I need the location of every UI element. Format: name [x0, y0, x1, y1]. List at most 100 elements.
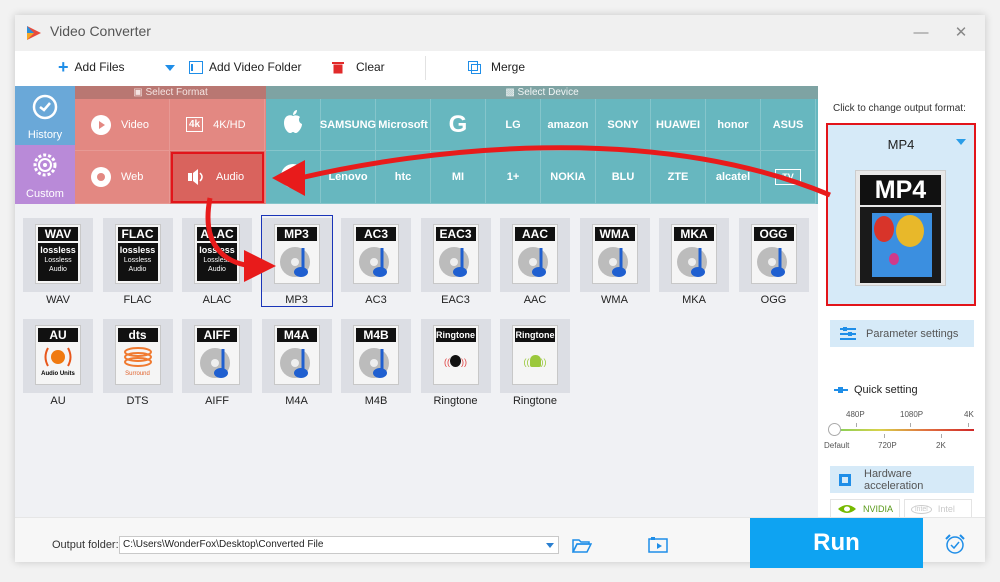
device-asus[interactable]: ASUS	[761, 99, 816, 151]
output-format-panel: Click to change output format: MP4 MP4 P…	[818, 86, 985, 519]
quality-slider-track[interactable]	[832, 429, 974, 431]
format-icon: Ringtone (())	[512, 325, 558, 385]
device-microsoft[interactable]: Microsoft	[376, 99, 431, 151]
device-sony[interactable]: SONY	[596, 99, 651, 151]
format-category-audio[interactable]: Audio	[170, 151, 265, 204]
add-files-button[interactable]: + Add Files	[58, 58, 125, 76]
format-category-web[interactable]: Web	[75, 151, 170, 204]
quick-setting-title: Quick setting	[834, 384, 918, 396]
device-samsung[interactable]: SAMSUNG	[320, 99, 376, 151]
format-tile-m4b[interactable]: M4B M4B	[341, 317, 411, 407]
format-tile-wma[interactable]: WMA WMA	[579, 216, 650, 306]
device-htc[interactable]: htc	[376, 151, 431, 204]
device-alcatel[interactable]: alcatel	[706, 151, 761, 204]
format-icon: AIFF	[194, 325, 240, 385]
add-video-folder-button[interactable]: Add Video Folder	[189, 60, 302, 74]
custom-button[interactable]: Custom	[15, 145, 75, 204]
add-files-dropdown[interactable]	[165, 65, 175, 71]
open-folder-icon[interactable]	[572, 538, 592, 553]
device-mi[interactable]: MI	[431, 151, 486, 204]
audio-disc-icon	[359, 348, 389, 378]
select-format-header: ▣ Select Format	[75, 86, 266, 99]
minimize-button[interactable]: —	[911, 23, 931, 43]
apple-logo-icon	[283, 109, 303, 140]
device-blu[interactable]: BLU	[596, 151, 651, 204]
format-icon-band: WMA	[594, 227, 635, 241]
format-tile-mp3[interactable]: MP3 MP3	[260, 215, 333, 307]
format-icon-band: Ringtone	[515, 328, 555, 342]
history-button[interactable]: History	[15, 86, 75, 145]
format-tile-eac3[interactable]: EAC3 EAC3	[420, 216, 491, 306]
merge-button[interactable]: Merge	[468, 60, 525, 74]
format-icon-band: AC3	[356, 227, 396, 241]
format-tile-ringtone[interactable]: Ringtone (()) Ringtone	[500, 317, 570, 407]
format-icon: AC3	[353, 224, 399, 284]
clear-button[interactable]: Clear	[332, 60, 385, 74]
audio-format-grid: WAV lossless Lossless Audio WAV FLAC lossless…	[15, 204, 818, 517]
device-1-[interactable]: 1+	[486, 151, 541, 204]
trash-icon	[332, 61, 344, 73]
run-button[interactable]: Run	[750, 518, 923, 568]
toolbar-divider	[425, 56, 426, 80]
format-tile-ac3[interactable]: AC3 AC3	[341, 216, 411, 306]
audio-disc-icon	[359, 247, 389, 277]
format-icon: M4A	[273, 325, 320, 385]
nvidia-button[interactable]: NVIDIA	[830, 499, 900, 519]
device-zte[interactable]: ZTE	[651, 151, 706, 204]
format-tile-label: AU	[50, 395, 66, 407]
format-icon-band: OGG	[753, 227, 794, 241]
device-logo: alcatel	[715, 171, 751, 183]
device-logo: TV	[775, 169, 801, 185]
chrome-icon	[91, 167, 111, 187]
format-icon: Ringtone (())	[432, 325, 479, 385]
device-motorola[interactable]	[266, 151, 321, 204]
format-tile-m4a[interactable]: M4A M4A	[261, 317, 332, 407]
quality-slider-knob[interactable]	[828, 423, 841, 436]
format-tile-label: WAV	[46, 294, 70, 306]
device-lenovo[interactable]: Lenovo	[321, 151, 376, 204]
format-tile-mka[interactable]: MKA MKA	[659, 216, 729, 306]
device-logo: MI	[451, 171, 465, 183]
output-folder-dropdown-icon[interactable]	[546, 543, 554, 548]
hardware-acceleration-button[interactable]: Hardware acceleration	[830, 466, 974, 493]
output-format-selector[interactable]: MP4 MP4	[826, 123, 976, 306]
format-tile-wav[interactable]: WAV lossless Lossless Audio WAV	[23, 216, 93, 306]
format-tile-label: AIFF	[205, 395, 229, 407]
alarm-clock-icon[interactable]	[944, 533, 966, 555]
format-tile-au[interactable]: AU Audio Units AU	[23, 317, 93, 407]
format-tile-aiff[interactable]: AIFF AIFF	[182, 317, 252, 407]
format-tile-label: MKA	[682, 294, 706, 306]
format-tile-alac[interactable]: ALAC lossless Lossless Audio ALAC	[182, 216, 252, 306]
select-device-header: ▩ Select Device	[266, 86, 818, 99]
format-tile-label: FLAC	[123, 294, 152, 306]
format-icon-band: WAV	[38, 227, 78, 241]
format-tile-label: WMA	[601, 294, 628, 306]
format-tile-ringtone[interactable]: Ringtone (()) Ringtone	[420, 317, 491, 407]
parameter-settings-button[interactable]: Parameter settings	[830, 320, 974, 347]
format-icon-band: ALAC	[197, 227, 237, 241]
output-folder-input[interactable]: C:\Users\WonderFox\Desktop\Converted Fil…	[119, 536, 559, 554]
close-button[interactable]: ✕	[951, 23, 971, 43]
android-ringtone-icon: (())	[523, 355, 547, 368]
device-logo: Lenovo	[328, 171, 368, 183]
intel-button[interactable]: intel Intel	[904, 499, 972, 519]
device-huawei[interactable]: HUAWEI	[651, 99, 706, 151]
video-folder-icon[interactable]	[648, 536, 668, 553]
device-tv[interactable]: TV	[761, 151, 816, 204]
format-tile-dts[interactable]: dts Surround DTS	[102, 317, 173, 407]
device-lg[interactable]: LG	[486, 99, 541, 151]
format-icon: EAC3	[432, 224, 479, 284]
device-nokia[interactable]: NOKIA	[541, 151, 596, 204]
device-amazon[interactable]: amazon	[541, 99, 596, 151]
format-tile-ogg[interactable]: OGG OGG	[738, 216, 809, 306]
device-logo: honor	[717, 118, 749, 131]
format-tile-aac[interactable]: AAC AAC	[500, 216, 570, 306]
device-honor[interactable]: honor	[706, 99, 761, 151]
format-category-video[interactable]: Video	[75, 99, 170, 151]
device-g[interactable]: G	[431, 99, 486, 151]
device-apple[interactable]	[266, 99, 321, 151]
select-device-area: ▩ Select Device SAMSUNG Microsoft G LG amazo…	[266, 86, 818, 204]
format-tile-flac[interactable]: FLAC lossless Lossless Audio FLAC	[102, 216, 173, 306]
device-logo: HUAWEI	[656, 118, 700, 131]
format-category-4k-hd[interactable]: 4k 4K/HD	[170, 99, 265, 151]
